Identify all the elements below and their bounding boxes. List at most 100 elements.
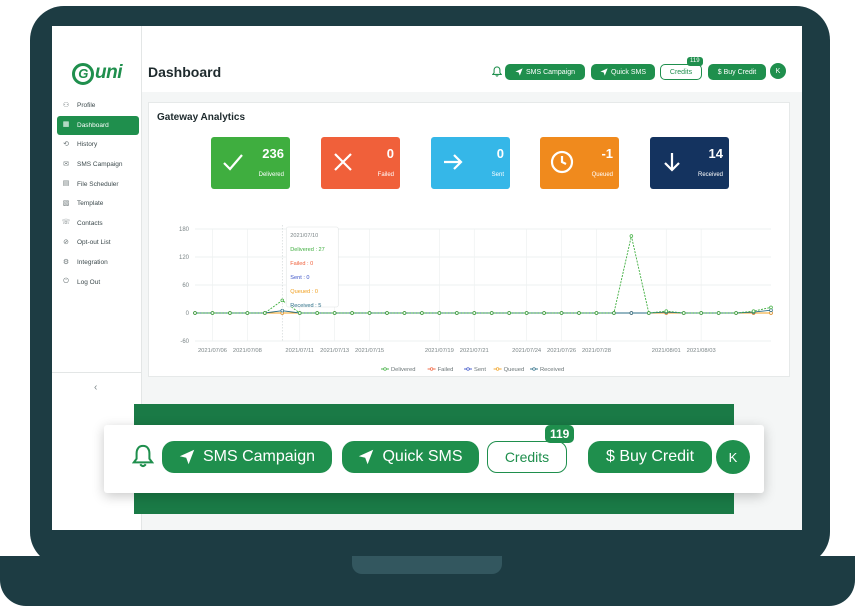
laptop-notch (352, 556, 502, 574)
data-point-delivered (367, 311, 372, 315)
data-point-delivered (332, 311, 337, 315)
tooltip-row: Received : 5 (290, 303, 321, 309)
opt-out-icon: ⊘ (63, 238, 69, 246)
credits-count-badge: 119 (687, 57, 703, 66)
x-tick-label: 2021/07/13 (320, 348, 349, 354)
sidebar-item-label: Opt-out List (77, 239, 111, 247)
quick-sms-button[interactable]: Quick SMS (342, 441, 479, 473)
x-tick-label: 2021/08/01 (652, 348, 681, 354)
credits-label: Credits (504, 449, 550, 465)
credits-button[interactable]: Credits (487, 441, 567, 473)
sidebar-item-label: Log Out (77, 278, 101, 286)
data-point-delivered (664, 309, 669, 313)
data-point-delivered (420, 311, 424, 315)
sidebar-item-dashboard[interactable]: ▦ Dashboard (57, 115, 139, 136)
avatar[interactable]: K (770, 63, 786, 79)
legend-label: Sent (474, 367, 486, 373)
integration-icon: ⚙ (62, 258, 70, 266)
analytics-chart: -60 0 60 120 180 2021/07/06 2021/07/08 2021/07/… (179, 225, 773, 373)
data-point-delivered (402, 311, 407, 315)
sidebar-item-label: File Scheduler (77, 180, 119, 188)
legend-marker-delivered (383, 367, 387, 371)
sms-campaign-label: SMS Campaign (525, 68, 576, 76)
sidebar-item-label: Template (77, 200, 104, 208)
data-point-delivered (577, 311, 581, 315)
sms-campaign-button[interactable]: SMS Campaign (162, 441, 332, 473)
data-point-delivered (629, 234, 634, 238)
sms-campaign-label: SMS Campaign (202, 448, 316, 465)
data-point-delivered (228, 311, 232, 315)
tooltip-date: 2021/07/10 (290, 233, 318, 239)
tooltip-row: Delivered : 27 (290, 247, 325, 253)
buy-credit-label: $ Buy Credit (605, 448, 695, 465)
x-tick-label: 2021/07/21 (460, 348, 489, 354)
sidebar-item-label: Integration (77, 259, 108, 267)
data-point-delivered (559, 311, 564, 315)
sidebar-item-file-scheduler[interactable]: ▤ File Scheduler (57, 174, 139, 194)
collapse-sidebar-icon[interactable]: ‹ (94, 382, 97, 393)
avatar[interactable]: K (716, 440, 750, 474)
top-bar: Dashboard SMS Campaign Quick SMS Credits… (142, 26, 802, 92)
buy-credit-button[interactable]: $ Buy Credit (588, 441, 712, 473)
bell-icon[interactable] (132, 443, 154, 469)
legend-label: Failed (438, 367, 454, 373)
sidebar-item-label: History (77, 141, 98, 149)
envelope-icon: ✉ (63, 160, 69, 168)
tooltip-row: Queued : 0 (290, 289, 318, 295)
quick-sms-label: Quick SMS (382, 448, 463, 465)
logo-text: uni (95, 62, 123, 83)
user-icon: ⚇ (62, 101, 70, 109)
x-tick-label: 2021/07/11 (285, 348, 314, 354)
sidebar-item-sms-campaign[interactable]: ✉ SMS Campaign (57, 155, 139, 175)
sms-campaign-button[interactable]: SMS Campaign (505, 64, 585, 80)
history-icon: ⟲ (63, 140, 69, 148)
data-point-received (769, 308, 773, 312)
buy-credit-button[interactable]: $ Buy Credit (708, 64, 766, 80)
zoomed-toolbar: SMS Campaign Quick SMS Credits 119 $ Buy… (104, 425, 764, 493)
y-tick-label: 180 (179, 227, 190, 233)
sidebar-nav: ⚇ Profile ▦ Dashboard ⟲ History ✉ SMS Campaign ▤… (57, 96, 139, 292)
tooltip-row: Failed : 0 (290, 261, 313, 267)
sidebar-item-integration[interactable]: ⚙ Integration (57, 253, 139, 273)
data-point-delivered (507, 311, 511, 315)
sidebar-item-profile[interactable]: ⚇ Profile (57, 96, 139, 116)
sidebar-item-history[interactable]: ⟲ History (57, 135, 139, 155)
data-point-delivered (193, 311, 197, 315)
data-point-delivered (245, 311, 250, 315)
data-point-delivered (524, 311, 529, 315)
y-tick-label: 0 (186, 311, 190, 317)
data-point-delivered (315, 311, 319, 315)
credits-count-badge: 119 (545, 425, 575, 443)
legend-label: Queued (504, 367, 525, 373)
data-point-delivered (699, 311, 703, 315)
data-point-delivered (594, 311, 599, 315)
x-tick-label: 2021/07/19 (425, 348, 454, 354)
sidebar-item-template[interactable]: ▧ Template (57, 194, 139, 214)
sidebar-item-opt-out-list[interactable]: ⊘ Opt-out List (57, 233, 139, 253)
gateway-analytics-card: Gateway Analytics 236 Delivered 0 Failed 0 Se… (148, 102, 790, 377)
sidebar-item-contacts[interactable]: ☏ Contacts (57, 214, 139, 234)
sidebar-item-log-out[interactable]: ⏻ Log Out (57, 272, 139, 292)
sidebar-item-label: Dashboard (77, 121, 109, 129)
quick-sms-button[interactable]: Quick SMS (591, 64, 655, 80)
data-point-delivered (647, 311, 651, 315)
y-tick-label: 120 (179, 255, 190, 261)
logo[interactable]: Guni (72, 62, 123, 85)
sidebar-divider (52, 372, 142, 373)
data-point-delivered (350, 311, 354, 315)
credits-button[interactable]: Credits (660, 64, 702, 80)
sidebar-item-label: SMS Campaign (77, 161, 123, 169)
x-tick-label: 2021/07/15 (355, 348, 384, 354)
data-point-delivered (297, 311, 302, 315)
credits-label: Credits (669, 68, 693, 76)
data-point-delivered (681, 311, 686, 315)
quick-sms-label: Quick SMS (610, 68, 646, 76)
data-point-delivered (769, 305, 773, 310)
bell-icon[interactable] (492, 66, 502, 77)
dashboard-icon: ▦ (62, 121, 70, 129)
logout-icon: ⏻ (63, 278, 69, 286)
y-tick-label: 60 (182, 283, 189, 289)
x-tick-label: 2021/07/24 (512, 348, 542, 354)
data-point-delivered (263, 311, 267, 315)
y-tick-label: -60 (180, 339, 189, 345)
